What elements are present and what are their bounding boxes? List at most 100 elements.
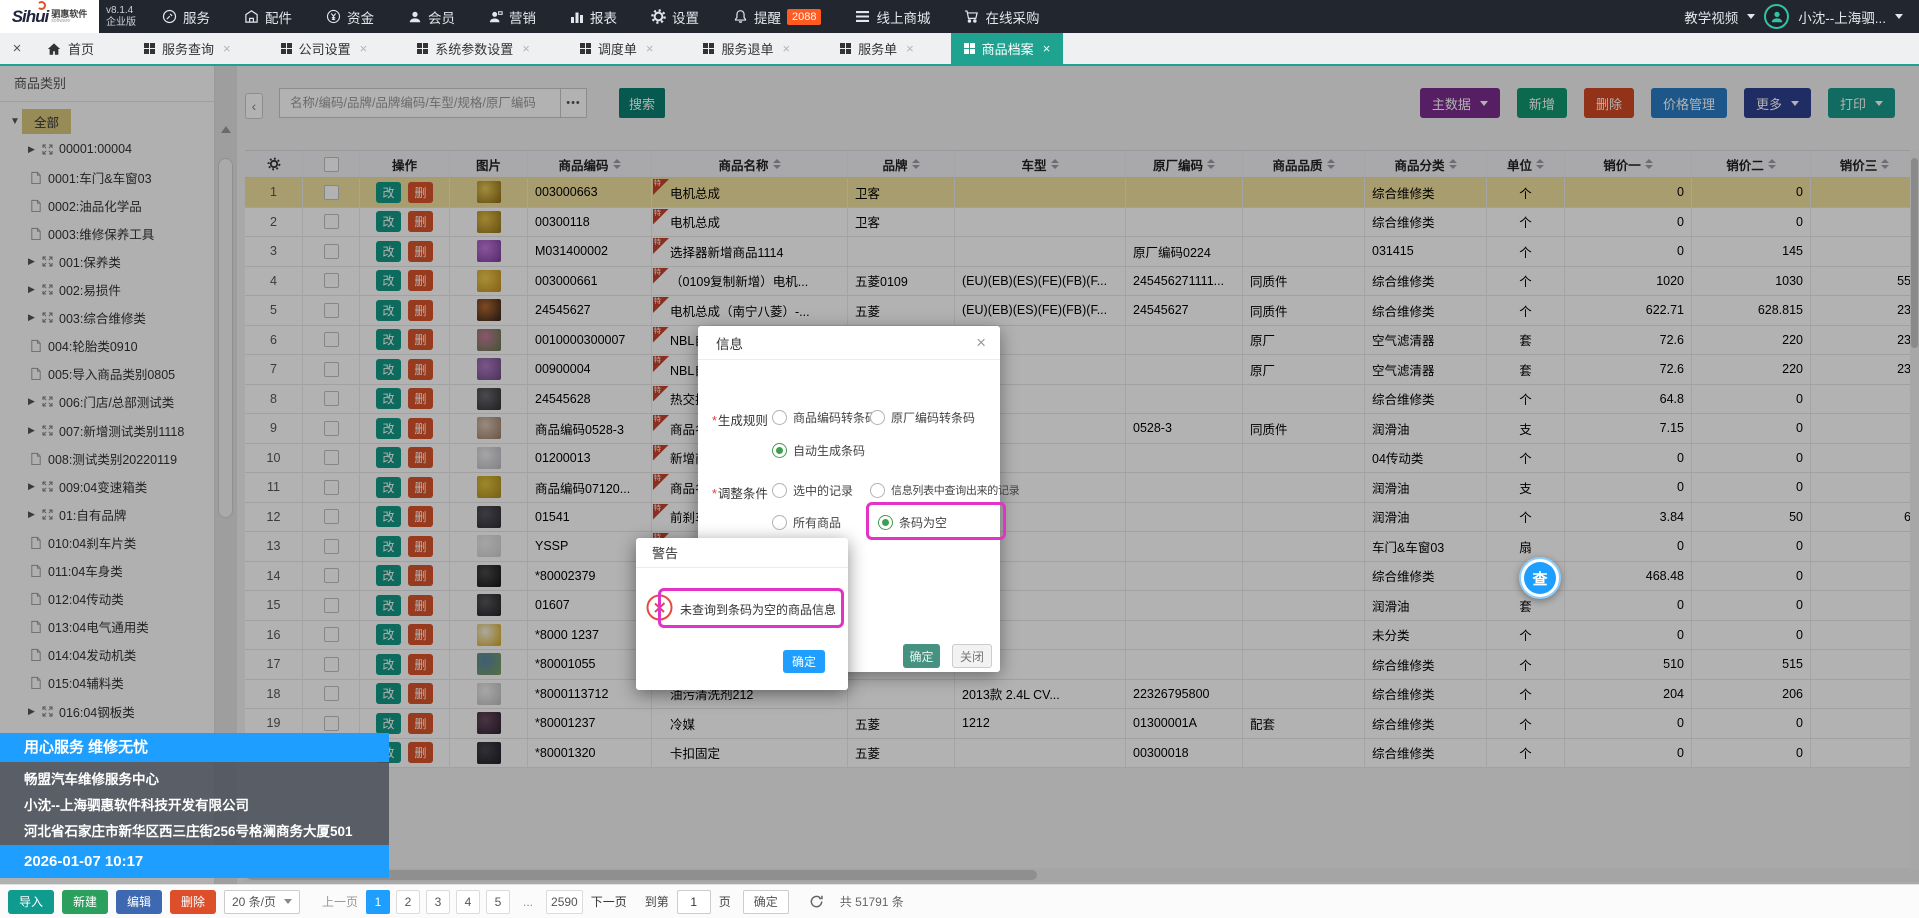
row-edit-button[interactable]: 改 xyxy=(376,388,401,409)
主数据-button[interactable]: 主数据 xyxy=(1420,88,1500,118)
page-button-2590[interactable]: 2590 xyxy=(546,890,583,914)
page-button-5[interactable]: 5 xyxy=(486,890,510,914)
row-edit-button[interactable]: 改 xyxy=(376,418,401,439)
page-size-select[interactable]: 20 条/页 xyxy=(224,890,300,914)
vertical-scrollbar[interactable] xyxy=(1910,150,1919,870)
chevron-right-icon[interactable]: ▶ xyxy=(28,256,40,267)
search-button[interactable]: 搜索 xyxy=(619,88,665,118)
radio-auto-generate[interactable]: 自动生成条码 xyxy=(772,442,865,459)
row-delete-button[interactable]: 删 xyxy=(408,654,433,675)
tab-服务查询[interactable]: 服务查询× xyxy=(131,33,244,64)
delete-button[interactable]: 删除 xyxy=(170,890,216,914)
row-checkbox[interactable] xyxy=(324,509,339,524)
sort-icon[interactable] xyxy=(1449,159,1457,169)
tree-item-014:04发动机类[interactable]: 014:04发动机类 xyxy=(0,641,214,669)
row-edit-button[interactable]: 改 xyxy=(376,329,401,350)
table-row[interactable]: 16改删*8000 1237冷媒未分类个00 xyxy=(245,621,1919,651)
column-header-销价一[interactable]: 销价一 xyxy=(1565,151,1692,177)
column-header-原厂编码[interactable]: 原厂编码 xyxy=(1126,151,1243,177)
warning-ok-button[interactable]: 确定 xyxy=(783,650,825,673)
row-edit-button[interactable]: 改 xyxy=(376,654,401,675)
radio-oem-to-barcode[interactable]: 原厂编码转条码 xyxy=(870,409,975,426)
goto-page-input[interactable] xyxy=(677,890,711,914)
tree-item-007:新增测试类别1118[interactable]: ▶007:新增测试类别1118 xyxy=(0,416,214,444)
table-row[interactable]: 10改删01200013特新增商品04传动类个00 xyxy=(245,444,1919,474)
row-delete-button[interactable]: 删 xyxy=(408,477,433,498)
table-row[interactable]: 4改删003000661特（0109复制新增）电机...五菱0109(EU)(E… xyxy=(245,267,1919,297)
product-thumbnail[interactable] xyxy=(477,358,501,380)
row-checkbox[interactable] xyxy=(324,598,339,613)
close-tab-icon[interactable]: × xyxy=(522,41,530,56)
row-delete-button[interactable]: 删 xyxy=(408,713,433,734)
close-icon[interactable]: × xyxy=(976,333,986,353)
column-header-车型[interactable]: 车型 xyxy=(955,151,1126,177)
chevron-right-icon[interactable]: ▶ xyxy=(28,284,40,295)
删除-button[interactable]: 删除 xyxy=(1584,88,1634,118)
tree-item-015:04辅料类[interactable]: 015:04辅料类 xyxy=(0,669,214,697)
radio-listed-records[interactable]: 信息列表中查询出来的记录 xyxy=(870,482,1019,498)
product-thumbnail[interactable] xyxy=(477,476,501,498)
table-row[interactable]: 5改删24545627特电机总成（南宁八菱）-...五菱(EU)(EB)(ES)… xyxy=(245,296,1919,326)
row-delete-button[interactable]: 删 xyxy=(408,388,433,409)
row-checkbox[interactable] xyxy=(324,214,339,229)
column-header-商品品质[interactable]: 商品品质 xyxy=(1243,151,1365,177)
table-row[interactable]: 11改删商品编码07120...特商品名称07120润滑油支00 xyxy=(245,473,1919,503)
nav-menu-member[interactable]: 会员 xyxy=(408,7,455,27)
tab-商品档案[interactable]: 商品档案× xyxy=(951,33,1064,64)
row-edit-button[interactable]: 改 xyxy=(376,565,401,586)
sort-icon[interactable] xyxy=(1536,159,1544,169)
table-row[interactable]: 6改删0010000300007特NBL自建商品原厂空气滤清器套72.62202… xyxy=(245,326,1919,356)
sort-icon[interactable] xyxy=(1051,159,1059,169)
product-thumbnail[interactable] xyxy=(477,742,501,764)
chevron-right-icon[interactable]: ▶ xyxy=(28,706,40,717)
product-thumbnail[interactable] xyxy=(477,506,501,528)
tree-item-001:保养类[interactable]: ▶001:保养类 xyxy=(0,247,214,275)
row-checkbox[interactable] xyxy=(324,480,339,495)
row-checkbox[interactable] xyxy=(324,244,339,259)
table-row[interactable]: 18改删*8000113712油污清洗剂2122013款 2.4L CV...2… xyxy=(245,680,1919,710)
product-thumbnail[interactable] xyxy=(477,270,501,292)
product-thumbnail[interactable] xyxy=(477,624,501,646)
row-edit-button[interactable]: 改 xyxy=(376,211,401,232)
product-thumbnail[interactable] xyxy=(477,653,501,675)
row-checkbox[interactable] xyxy=(324,716,339,731)
table-row[interactable]: 3改删M031400002特选择器新增商品1114原厂编码0224031415个… xyxy=(245,237,1919,267)
column-header-商品编码[interactable]: 商品编码 xyxy=(528,151,652,177)
page-button-1[interactable]: 1 xyxy=(366,890,390,914)
table-row[interactable]: 17改删*80001055编辑导出综合维修类个510515 xyxy=(245,650,1919,680)
table-row[interactable]: 19改删*80001237冷媒五菱121201300001A配套综合维修类个00 xyxy=(245,709,1919,739)
价格管理-button[interactable]: 价格管理 xyxy=(1651,88,1727,118)
close-tab-icon[interactable]: × xyxy=(360,41,368,56)
更多-button[interactable]: 更多 xyxy=(1744,88,1811,118)
row-delete-button[interactable]: 删 xyxy=(408,300,433,321)
nav-menu-report[interactable]: 报表 xyxy=(570,7,617,27)
打印-button[interactable]: 打印 xyxy=(1828,88,1895,118)
table-row[interactable]: 7改删00900004特NBL自建商品原厂空气滤清器套72.622023 xyxy=(245,355,1919,385)
row-checkbox[interactable] xyxy=(324,627,339,642)
product-thumbnail[interactable] xyxy=(477,329,501,351)
table-row[interactable]: 12改删01541特前刹车片润滑油个3.84506 xyxy=(245,503,1919,533)
row-delete-button[interactable]: 删 xyxy=(408,241,433,262)
chevron-right-icon[interactable]: ▶ xyxy=(28,144,40,155)
row-edit-button[interactable]: 改 xyxy=(376,477,401,498)
product-thumbnail[interactable] xyxy=(477,240,501,262)
tutorial-video-menu[interactable]: 教学视频 xyxy=(1684,7,1755,27)
product-thumbnail[interactable] xyxy=(477,712,501,734)
quick-find-button[interactable]: 查 xyxy=(1519,557,1561,599)
product-thumbnail[interactable] xyxy=(477,594,501,616)
row-edit-button[interactable]: 改 xyxy=(376,270,401,291)
sort-icon[interactable] xyxy=(1881,159,1889,169)
tab-调度单[interactable]: 调度单× xyxy=(567,33,667,64)
row-checkbox[interactable] xyxy=(324,303,339,318)
tree-item-004:轮胎类0910[interactable]: 004:轮胎类0910 xyxy=(0,332,214,360)
product-thumbnail[interactable] xyxy=(477,388,501,410)
tree-item-01:自有品牌[interactable]: ▶01:自有品牌 xyxy=(0,500,214,528)
tree-item-006:门店/总部测试类[interactable]: ▶006:门店/总部测试类 xyxy=(0,388,214,416)
chevron-right-icon[interactable]: ▶ xyxy=(28,509,40,520)
nav-menu-bell[interactable]: 提醒2088 xyxy=(733,7,821,27)
scrollbar-thumb[interactable] xyxy=(218,158,233,518)
dialog-close-button[interactable]: 关闭 xyxy=(952,644,992,668)
scroll-up-icon[interactable] xyxy=(221,126,231,133)
row-checkbox[interactable] xyxy=(324,686,339,701)
dialog-confirm-button[interactable]: 确定 xyxy=(903,644,940,668)
